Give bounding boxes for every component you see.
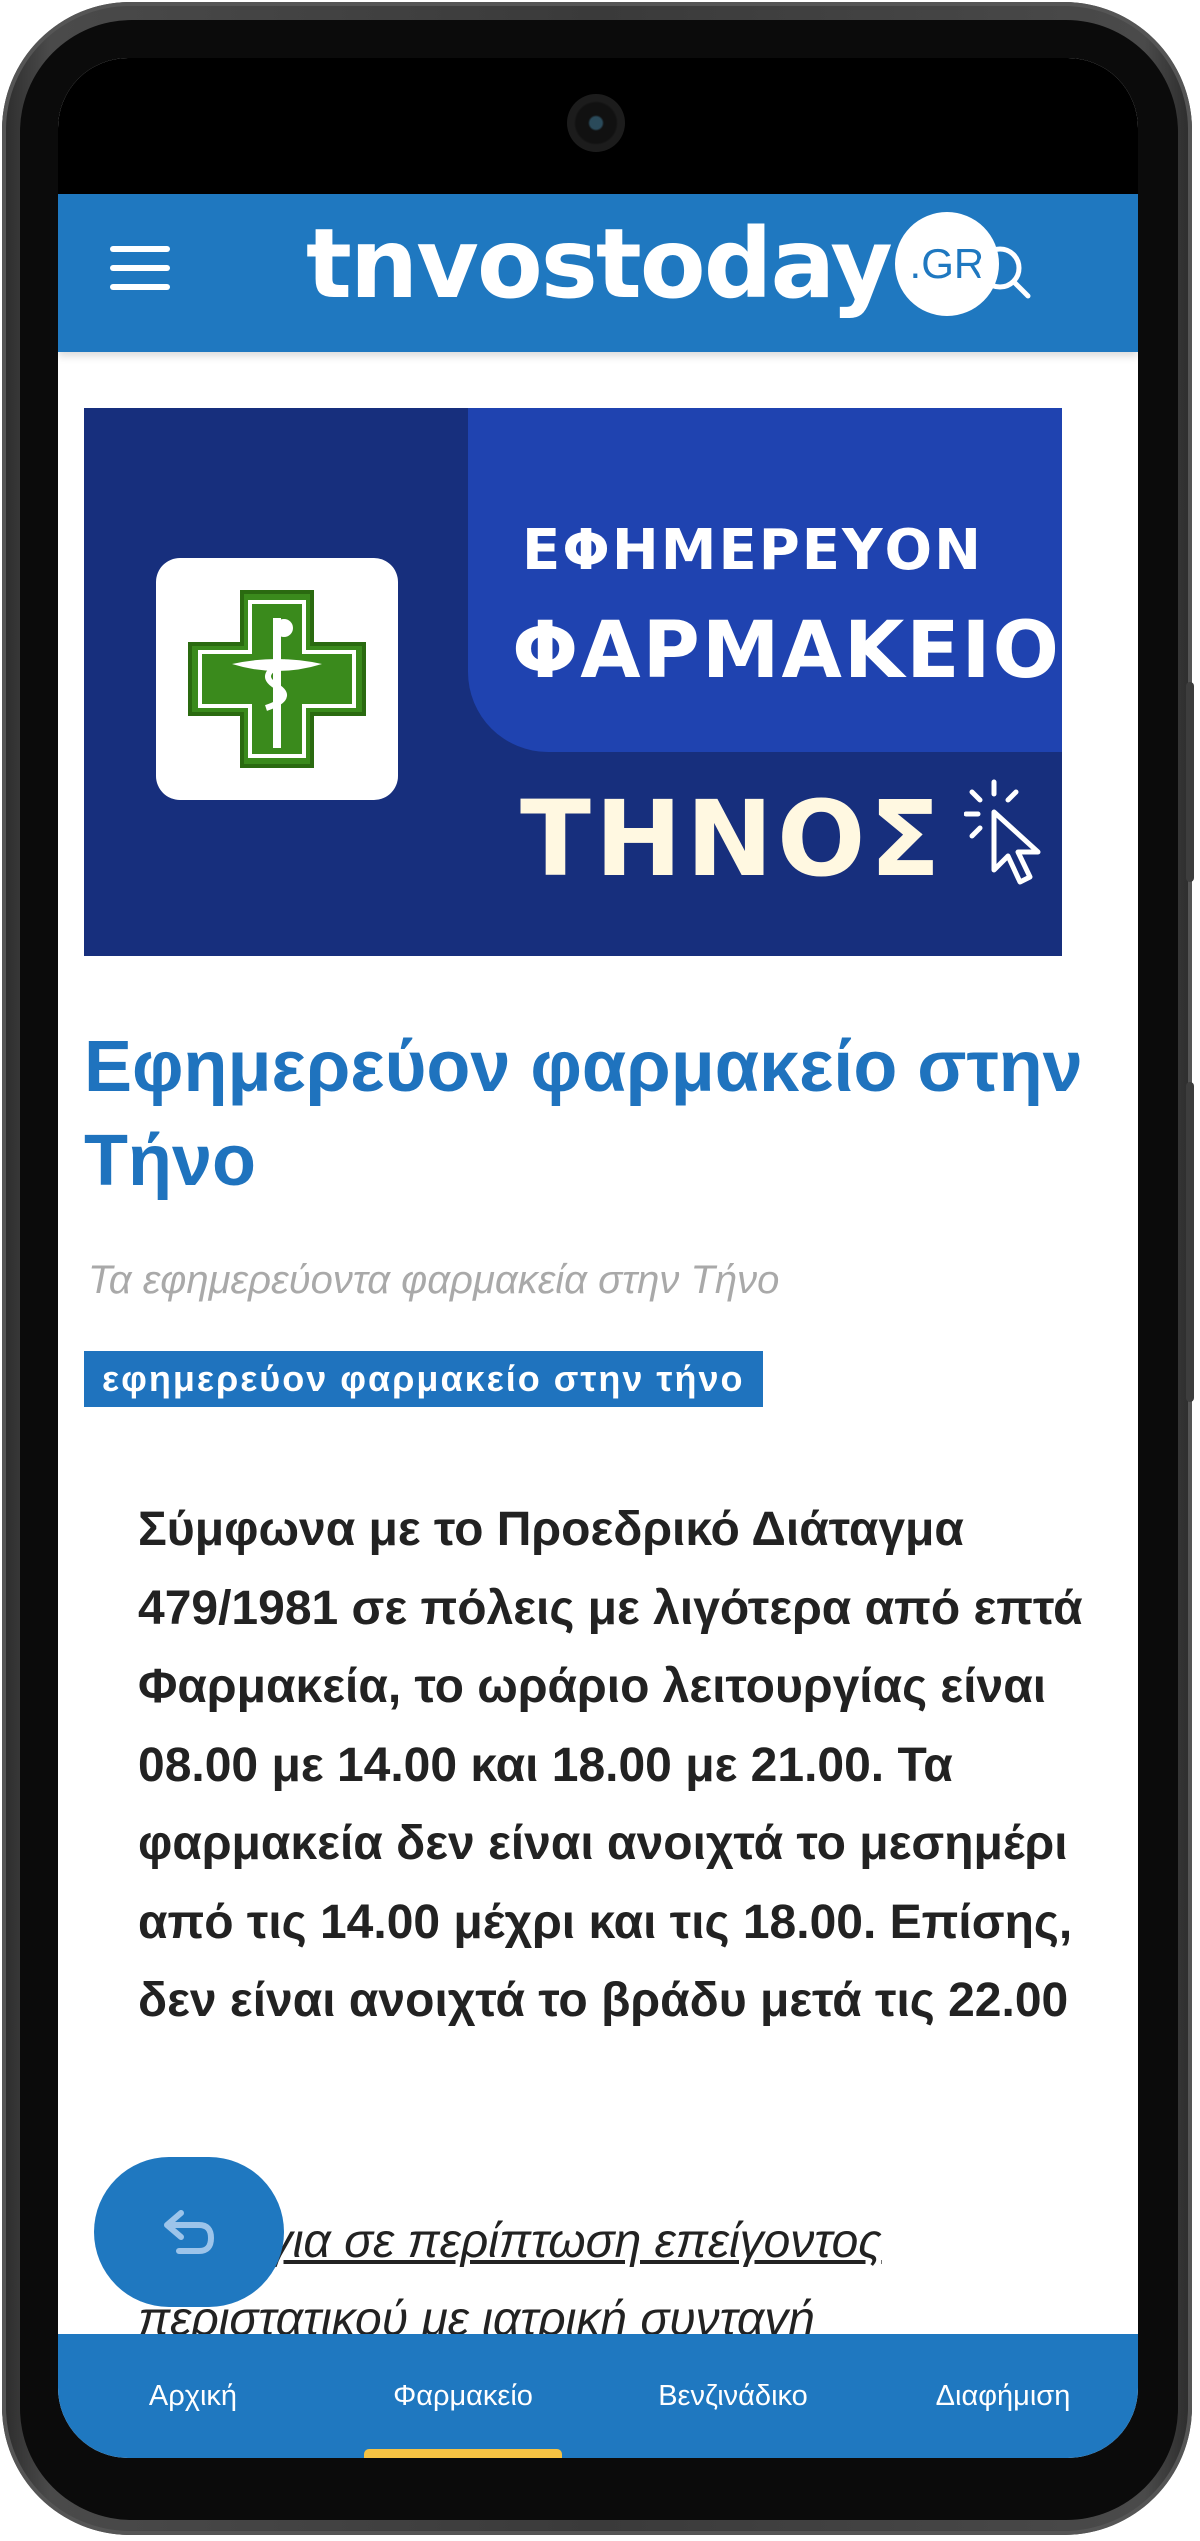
active-tab-indicator	[364, 2449, 562, 2458]
back-arrow-icon	[164, 2210, 215, 2254]
bottom-navigation: Αρχική Φαρμακείο Βενζινάδικο Διαφήμιση	[58, 2334, 1138, 2458]
nav-item-home[interactable]: Αρχική	[58, 2334, 328, 2458]
banner-line-3: ΤΗΝΟΣ	[520, 778, 945, 900]
nav-item-label: Βενζινάδικο	[658, 2379, 808, 2412]
article-title: Εφημερεύον φαρμακείο στην Τήνο	[84, 1027, 1083, 1201]
pharmacy-cross-icon	[156, 558, 398, 800]
power-button	[1186, 1082, 1194, 1402]
banner-line-2: ΦΑΡΜΑΚΕΙΟ	[512, 606, 1061, 696]
nav-item-label: Διαφήμιση	[935, 2379, 1071, 2412]
back-button[interactable]	[94, 2157, 284, 2307]
nav-item-gas-station[interactable]: Βενζινάδικο	[598, 2334, 868, 2458]
volume-button	[1186, 682, 1194, 882]
click-cursor-icon	[964, 779, 1041, 885]
nav-item-advertising[interactable]: Διαφήμιση	[868, 2334, 1138, 2458]
app-header: tnvostoday .GR	[58, 194, 1138, 352]
site-logo[interactable]: tnvostoday .GR	[306, 204, 999, 324]
article-subtitle: Τα εφημερεύοντα φαρμακεία στην Τήνο	[88, 1258, 780, 1302]
article-body: Σύμφωνα με το Προεδρικό Διάταγμα 479/198…	[138, 1503, 1083, 2027]
nav-item-label: Αρχική	[148, 2379, 238, 2412]
nav-item-label: Φαρμακείο	[393, 2379, 533, 2412]
nav-item-pharmacy[interactable]: Φαρμακείο	[328, 2334, 598, 2458]
pharmacy-banner[interactable]: ΕΦΗΜΕΡΕΥΟΝ ΦΑΡΜΑΚΕΙΟ ΤΗΝΟΣ	[84, 408, 1062, 956]
hamburger-menu-icon[interactable]	[110, 246, 170, 290]
front-camera	[567, 94, 625, 152]
logo-text: tnvostoday	[306, 208, 893, 320]
search-icon[interactable]	[976, 244, 1032, 300]
banner-line-1: ΕΦΗΜΕΡΕΥΟΝ	[522, 518, 984, 583]
article-tag[interactable]: εφημερεύον φαρμακείο στην τήνο	[84, 1351, 763, 1407]
phone-screen: tnvostoday .GR ΕΦΗΜΕΡΕΥΟΝ ΦΑΡΜΑΚΕΙΟ ΤΗΝΟ…	[58, 58, 1138, 2458]
status-bar	[58, 58, 1138, 194]
